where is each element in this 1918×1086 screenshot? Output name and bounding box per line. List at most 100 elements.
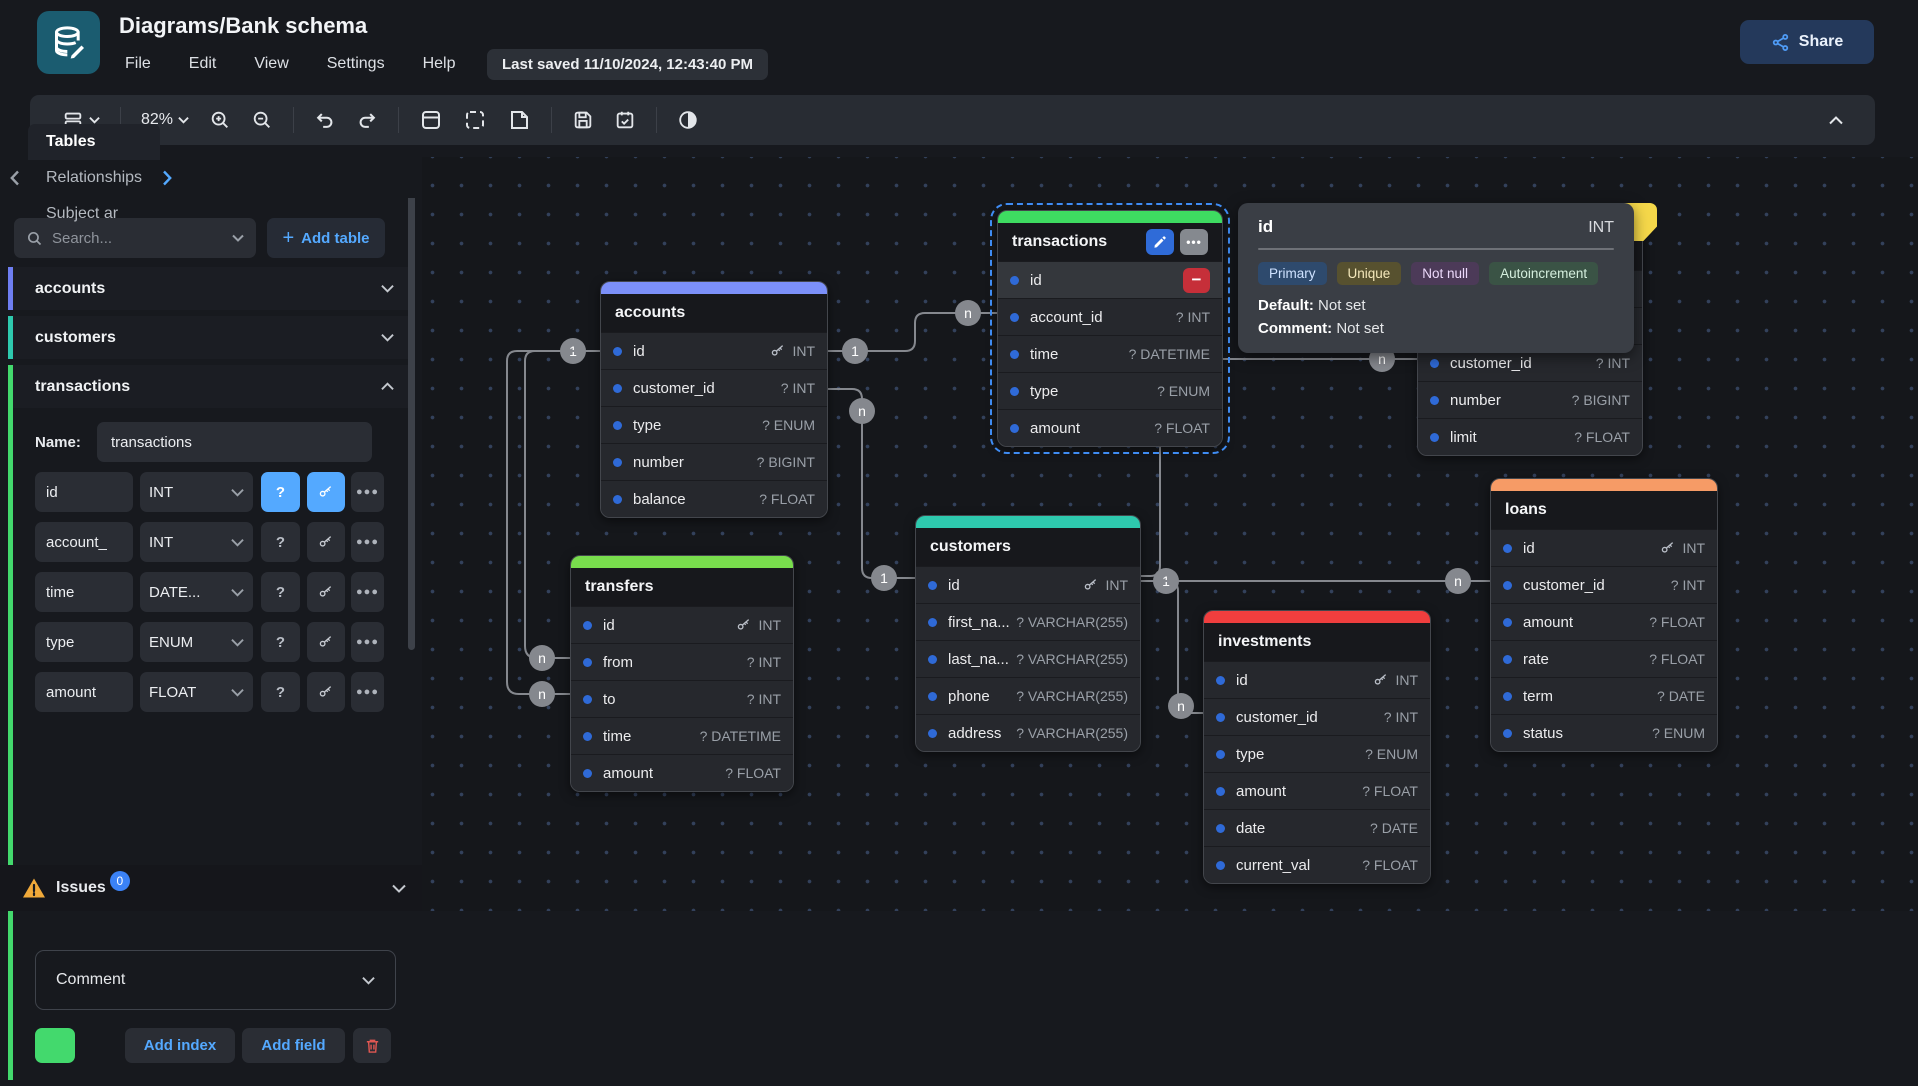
- table-name-input[interactable]: transactions: [97, 422, 372, 462]
- table-field-row[interactable]: date? DATE: [1204, 809, 1430, 846]
- table-node-transactions[interactable]: transactions ••• id− account_id? INT tim…: [997, 210, 1223, 447]
- table-field-row[interactable]: last_na...? VARCHAR(255): [916, 640, 1140, 677]
- table-field-row[interactable]: number? BIGINT: [1418, 381, 1642, 418]
- add-index-button[interactable]: Add index: [125, 1028, 235, 1063]
- edit-table-button[interactable]: [1146, 229, 1174, 255]
- table-title-row[interactable]: transactions •••: [998, 223, 1222, 261]
- table-field-row[interactable]: address? VARCHAR(255): [916, 714, 1140, 751]
- zoom-out-button[interactable]: [241, 109, 283, 131]
- table-field-row[interactable]: first_na...? VARCHAR(255): [916, 603, 1140, 640]
- table-field-row[interactable]: id−: [998, 261, 1222, 298]
- comment-collapsible[interactable]: Comment: [35, 950, 396, 1010]
- tab-tables[interactable]: Tables: [28, 124, 160, 160]
- add-note-tool-button[interactable]: [497, 108, 541, 132]
- table-field-row[interactable]: limit? FLOAT: [1418, 418, 1642, 455]
- table-field-row[interactable]: type? ENUM: [601, 406, 827, 443]
- table-field-row[interactable]: idINT: [916, 566, 1140, 603]
- sidebar-scrollbar[interactable]: [408, 160, 415, 650]
- redo-button[interactable]: [346, 109, 388, 131]
- delete-table-button[interactable]: [353, 1028, 391, 1063]
- table-field-row[interactable]: phone? VARCHAR(255): [916, 677, 1140, 714]
- delete-field-button[interactable]: −: [1183, 268, 1210, 293]
- table-field-row[interactable]: amount? FLOAT: [1491, 603, 1717, 640]
- table-field-row[interactable]: idINT: [601, 332, 827, 369]
- zoom-in-button[interactable]: [199, 109, 241, 131]
- field-nullable-toggle[interactable]: ?: [261, 522, 300, 562]
- sidebar-table-item-accounts[interactable]: accounts: [8, 267, 410, 310]
- chevron-down-icon[interactable]: [392, 884, 406, 893]
- table-title-row[interactable]: investments: [1204, 623, 1430, 661]
- field-type-select[interactable]: ENUM: [140, 622, 253, 662]
- field-more-button[interactable]: ●●●: [351, 672, 384, 712]
- table-field-row[interactable]: type? ENUM: [1204, 735, 1430, 772]
- app-logo-icon[interactable]: [37, 11, 100, 74]
- field-more-button[interactable]: ●●●: [351, 472, 384, 512]
- toolbar-collapse-button[interactable]: [1819, 116, 1853, 125]
- table-field-row[interactable]: customer_id? INT: [1491, 566, 1717, 603]
- table-field-row[interactable]: time? DATETIME: [571, 717, 793, 754]
- save-button[interactable]: [562, 109, 604, 131]
- table-field-row[interactable]: type? ENUM: [998, 372, 1222, 409]
- field-primary-key-toggle[interactable]: [307, 622, 345, 662]
- add-table-button[interactable]: + Add table: [267, 218, 385, 258]
- table-node-investments[interactable]: investments idINT customer_id? INT type?…: [1203, 610, 1431, 884]
- sidebar-table-item-transactions[interactable]: transactions: [13, 365, 410, 408]
- field-name-input[interactable]: account_: [35, 522, 133, 562]
- table-color-swatch[interactable]: [35, 1028, 75, 1063]
- table-field-row[interactable]: idINT: [1204, 661, 1430, 698]
- field-type-select[interactable]: FLOAT: [140, 672, 253, 712]
- table-field-row[interactable]: from? INT: [571, 643, 793, 680]
- table-field-row[interactable]: amount? FLOAT: [571, 754, 793, 791]
- field-nullable-toggle[interactable]: ?: [261, 622, 300, 662]
- table-field-row[interactable]: term? DATE: [1491, 677, 1717, 714]
- field-type-select[interactable]: INT: [140, 472, 253, 512]
- field-name-input[interactable]: id: [35, 472, 133, 512]
- field-name-input[interactable]: type: [35, 622, 133, 662]
- menu-item-settings[interactable]: Settings: [315, 50, 397, 78]
- table-field-row[interactable]: time? DATETIME: [998, 335, 1222, 372]
- menu-item-edit[interactable]: Edit: [177, 50, 229, 78]
- field-more-button[interactable]: ●●●: [351, 622, 384, 662]
- sidebar-table-item-customers[interactable]: customers: [8, 316, 410, 359]
- field-primary-key-toggle[interactable]: [307, 522, 345, 562]
- tabs-scroll-right-button[interactable]: [162, 170, 172, 186]
- field-nullable-toggle[interactable]: ?: [261, 672, 300, 712]
- field-more-button[interactable]: ●●●: [351, 522, 384, 562]
- menu-item-help[interactable]: Help: [411, 50, 468, 78]
- field-name-input[interactable]: amount: [35, 672, 133, 712]
- undo-button[interactable]: [304, 109, 346, 131]
- tabs-scroll-left-button[interactable]: [10, 170, 20, 186]
- table-title-row[interactable]: accounts: [601, 294, 827, 332]
- menu-item-file[interactable]: File: [113, 50, 163, 78]
- field-primary-key-toggle[interactable]: [307, 572, 345, 612]
- table-field-row[interactable]: amount? FLOAT: [998, 409, 1222, 446]
- table-field-row[interactable]: account_id? INT: [998, 298, 1222, 335]
- tab-subject-ar[interactable]: Subject ar: [28, 196, 160, 232]
- theme-contrast-button[interactable]: [667, 109, 709, 131]
- add-field-button[interactable]: Add field: [242, 1028, 345, 1063]
- field-nullable-toggle[interactable]: ?: [261, 472, 300, 512]
- table-field-row[interactable]: rate? FLOAT: [1491, 640, 1717, 677]
- table-title-row[interactable]: transfers: [571, 568, 793, 606]
- table-field-row[interactable]: idINT: [1491, 529, 1717, 566]
- table-field-row[interactable]: status? ENUM: [1491, 714, 1717, 751]
- field-primary-key-toggle[interactable]: [307, 672, 345, 712]
- relationship-line[interactable]: [1140, 581, 1203, 713]
- field-name-input[interactable]: time: [35, 572, 133, 612]
- table-title-row[interactable]: loans: [1491, 491, 1717, 529]
- field-type-select[interactable]: DATE...: [140, 572, 253, 612]
- tab-relationships[interactable]: Relationships: [28, 160, 160, 196]
- table-node-customers[interactable]: customers idINT first_na...? VARCHAR(255…: [915, 515, 1141, 752]
- table-field-row[interactable]: current_val? FLOAT: [1204, 846, 1430, 883]
- table-node-accounts[interactable]: accounts idINT customer_id? INT type? EN…: [600, 281, 828, 518]
- share-button[interactable]: Share: [1740, 20, 1874, 64]
- table-field-row[interactable]: to? INT: [571, 680, 793, 717]
- table-more-button[interactable]: •••: [1180, 229, 1208, 255]
- field-type-select[interactable]: INT: [140, 522, 253, 562]
- field-primary-key-toggle[interactable]: [307, 472, 345, 512]
- field-nullable-toggle[interactable]: ?: [261, 572, 300, 612]
- table-node-transfers[interactable]: transfers idINT from? INT to? INT time? …: [570, 555, 794, 792]
- table-field-row[interactable]: amount? FLOAT: [1204, 772, 1430, 809]
- table-field-row[interactable]: number? BIGINT: [601, 443, 827, 480]
- field-more-button[interactable]: ●●●: [351, 572, 384, 612]
